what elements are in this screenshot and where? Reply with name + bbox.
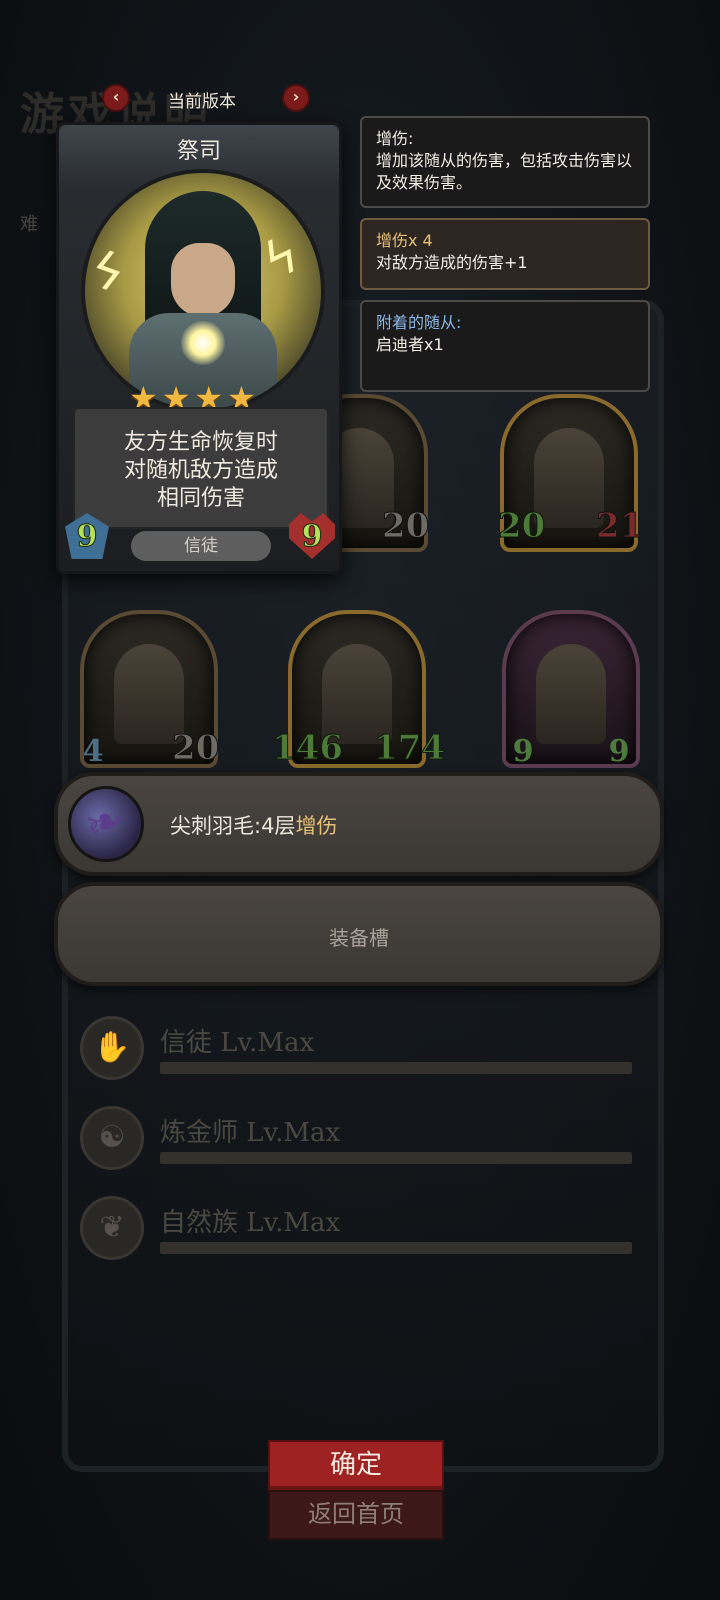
- card-effect-text: 友方生命恢复时 对随机敌方造成 相同伤害: [123, 430, 278, 511]
- tribe-progress-bar: [160, 1242, 632, 1254]
- minion-slot[interactable]: 20 21: [497, 394, 644, 552]
- minion-health: 20: [381, 506, 430, 547]
- background-difficulty-label: 难: [20, 214, 38, 235]
- health-value: 9: [301, 519, 323, 555]
- priest-portrait: ϟ ϟ: [81, 169, 325, 413]
- minion-detail-card: 祭司 ϟ ϟ ★★★★ 友方生命恢复时 对随机敌方造成 相同伤害 9 9 信徒: [56, 122, 342, 574]
- minion-slot[interactable]: 4 20: [80, 610, 220, 769]
- tribe-progress-bar: [160, 1062, 632, 1074]
- lightning-icon: ϟ: [254, 224, 309, 292]
- tribe-row-alchemist: ☯ 炼金师 Lv.Max: [80, 1106, 640, 1176]
- tooltip-title: 附着的随从:: [376, 313, 462, 332]
- praying-hands-icon: ✋: [80, 1016, 144, 1080]
- equipment-slot-label: 装备槽: [329, 926, 389, 950]
- tooltip-body: 对敌方造成的伤害+1: [376, 253, 528, 272]
- buff-tooltip: 增伤x 4 对敌方造成的伤害+1: [360, 218, 650, 290]
- minion-health: 174: [374, 728, 446, 769]
- equipment-item[interactable]: ❧ 尖刺羽毛:4层增伤: [54, 772, 664, 876]
- tooltip-body: 启迪者x1: [376, 335, 444, 354]
- minion-health: 9: [608, 734, 630, 769]
- equipment-item-label: 尖刺羽毛:4层增伤: [170, 814, 338, 838]
- return-home-button[interactable]: 返回首页: [268, 1490, 444, 1540]
- tribe-level-label: 自然族 Lv.Max: [160, 1208, 341, 1238]
- tooltip-title: 增伤:: [376, 129, 414, 148]
- lightning-icon: ϟ: [82, 239, 133, 305]
- equipment-slot[interactable]: 装备槽: [54, 882, 664, 986]
- keyword-tooltip: 增伤: 增加该随从的伤害，包括攻击伤害以及效果伤害。: [360, 116, 650, 208]
- confirm-button[interactable]: 确定: [268, 1440, 444, 1492]
- tooltip-title: 增伤x 4: [376, 231, 433, 250]
- tooltip-body: 增加该随从的伤害，包括攻击伤害以及效果伤害。: [376, 151, 633, 192]
- spiked-feather-icon: ❧: [68, 786, 144, 862]
- version-navigator: ‹ 当前版本 ›: [100, 84, 310, 114]
- tribe-level-label: 炼金师 Lv.Max: [160, 1118, 341, 1148]
- version-label: 当前版本: [168, 92, 236, 112]
- chevron-left-icon[interactable]: ‹: [102, 84, 130, 112]
- attached-minion-tooltip: 附着的随从: 启迪者x1: [360, 300, 650, 392]
- tribe-row-nature: ❦ 自然族 Lv.Max: [80, 1196, 640, 1266]
- minion-slot[interactable]: 146 174: [272, 610, 445, 769]
- minion-attack: 9: [512, 734, 534, 769]
- minion-attack: 4: [82, 734, 104, 769]
- minion-attack: 20: [497, 506, 546, 547]
- tribe-level-label: 信徒 Lv.Max: [160, 1028, 315, 1058]
- minion-attack: 146: [272, 728, 344, 769]
- tribe-tag: 信徒: [131, 531, 271, 561]
- minion-health: 20: [171, 728, 220, 769]
- minion-portrait: [536, 644, 606, 744]
- chevron-right-icon[interactable]: ›: [282, 84, 310, 112]
- attack-value: 9: [76, 519, 98, 555]
- minion-health: 21: [595, 506, 644, 547]
- card-effect-box: 友方生命恢复时 对随机敌方造成 相同伤害: [73, 407, 329, 529]
- leaf-icon: ❦: [80, 1196, 144, 1260]
- tribe-progress-bar: [160, 1152, 632, 1164]
- swirl-icon: ☯: [80, 1106, 144, 1170]
- minion-slot[interactable]: 9 9: [502, 610, 640, 769]
- tribe-row-believer: ✋ 信徒 Lv.Max: [80, 1016, 640, 1086]
- card-name: 祭司: [176, 139, 221, 164]
